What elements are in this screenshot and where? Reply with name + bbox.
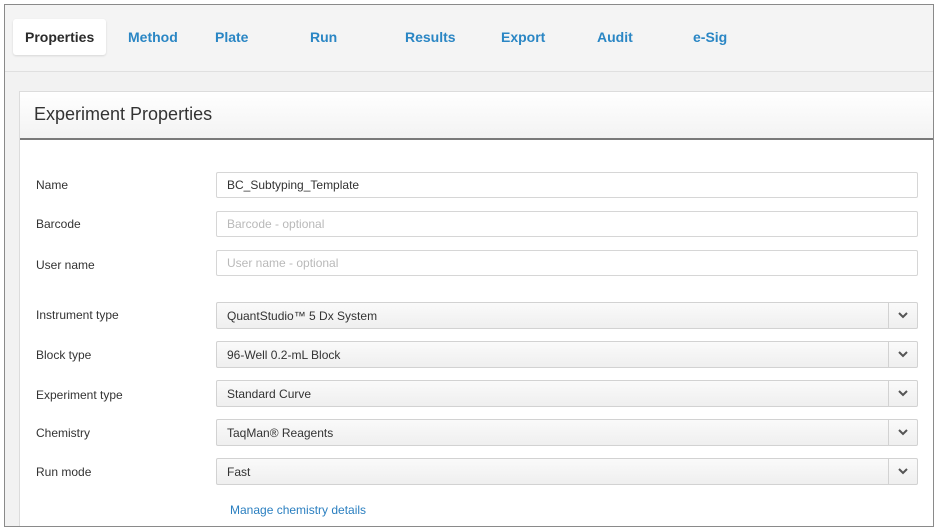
chevron-down-icon[interactable] (888, 459, 917, 484)
experiment-type-label: Experiment type (36, 388, 123, 402)
chemistry-label: Chemistry (36, 426, 91, 440)
block-type-label: Block type (36, 348, 92, 362)
name-field[interactable] (216, 172, 918, 198)
tab-run[interactable]: Run (310, 19, 337, 55)
block-type-select[interactable]: 96-Well 0.2-mL Block (216, 341, 918, 368)
panel-header: Experiment Properties (20, 92, 933, 140)
app-window: Properties Method Plate Run Results Expo… (4, 4, 934, 527)
user-name-label: User name (36, 258, 95, 272)
tab-esig[interactable]: e-Sig (693, 19, 727, 55)
instrument-type-select[interactable]: QuantStudio™ 5 Dx System (216, 302, 918, 329)
chemistry-select[interactable]: TaqMan® Reagents (216, 419, 918, 446)
tab-plate[interactable]: Plate (215, 19, 248, 55)
chemistry-value: TaqMan® Reagents (227, 426, 334, 440)
run-mode-select[interactable]: Fast (216, 458, 918, 485)
user-name-field[interactable] (216, 250, 918, 276)
name-label: Name (36, 178, 69, 192)
experiment-type-value: Standard Curve (227, 387, 312, 401)
instrument-type-value: QuantStudio™ 5 Dx System (227, 309, 378, 323)
chevron-down-icon[interactable] (888, 420, 917, 445)
tab-audit[interactable]: Audit (597, 19, 633, 55)
chevron-down-icon[interactable] (888, 303, 917, 328)
barcode-label: Barcode (36, 217, 81, 231)
tab-bar: Properties Method Plate Run Results Expo… (5, 5, 933, 72)
chevron-down-icon[interactable] (888, 342, 917, 367)
chevron-down-icon[interactable] (888, 381, 917, 406)
block-type-value: 96-Well 0.2-mL Block (227, 348, 341, 362)
tab-export[interactable]: Export (501, 19, 545, 55)
tab-results[interactable]: Results (405, 19, 456, 55)
experiment-type-select[interactable]: Standard Curve (216, 380, 918, 407)
run-mode-value: Fast (227, 465, 251, 479)
tab-properties[interactable]: Properties (13, 19, 107, 55)
barcode-field[interactable] (216, 211, 918, 237)
run-mode-label: Run mode (36, 465, 92, 479)
manage-chemistry-details-link[interactable]: Manage chemistry details (230, 503, 366, 517)
experiment-properties-panel: Experiment Properties Name Barcode User … (19, 91, 933, 526)
instrument-type-label: Instrument type (36, 308, 119, 322)
panel-title: Experiment Properties (34, 104, 213, 124)
tab-method[interactable]: Method (128, 19, 178, 55)
